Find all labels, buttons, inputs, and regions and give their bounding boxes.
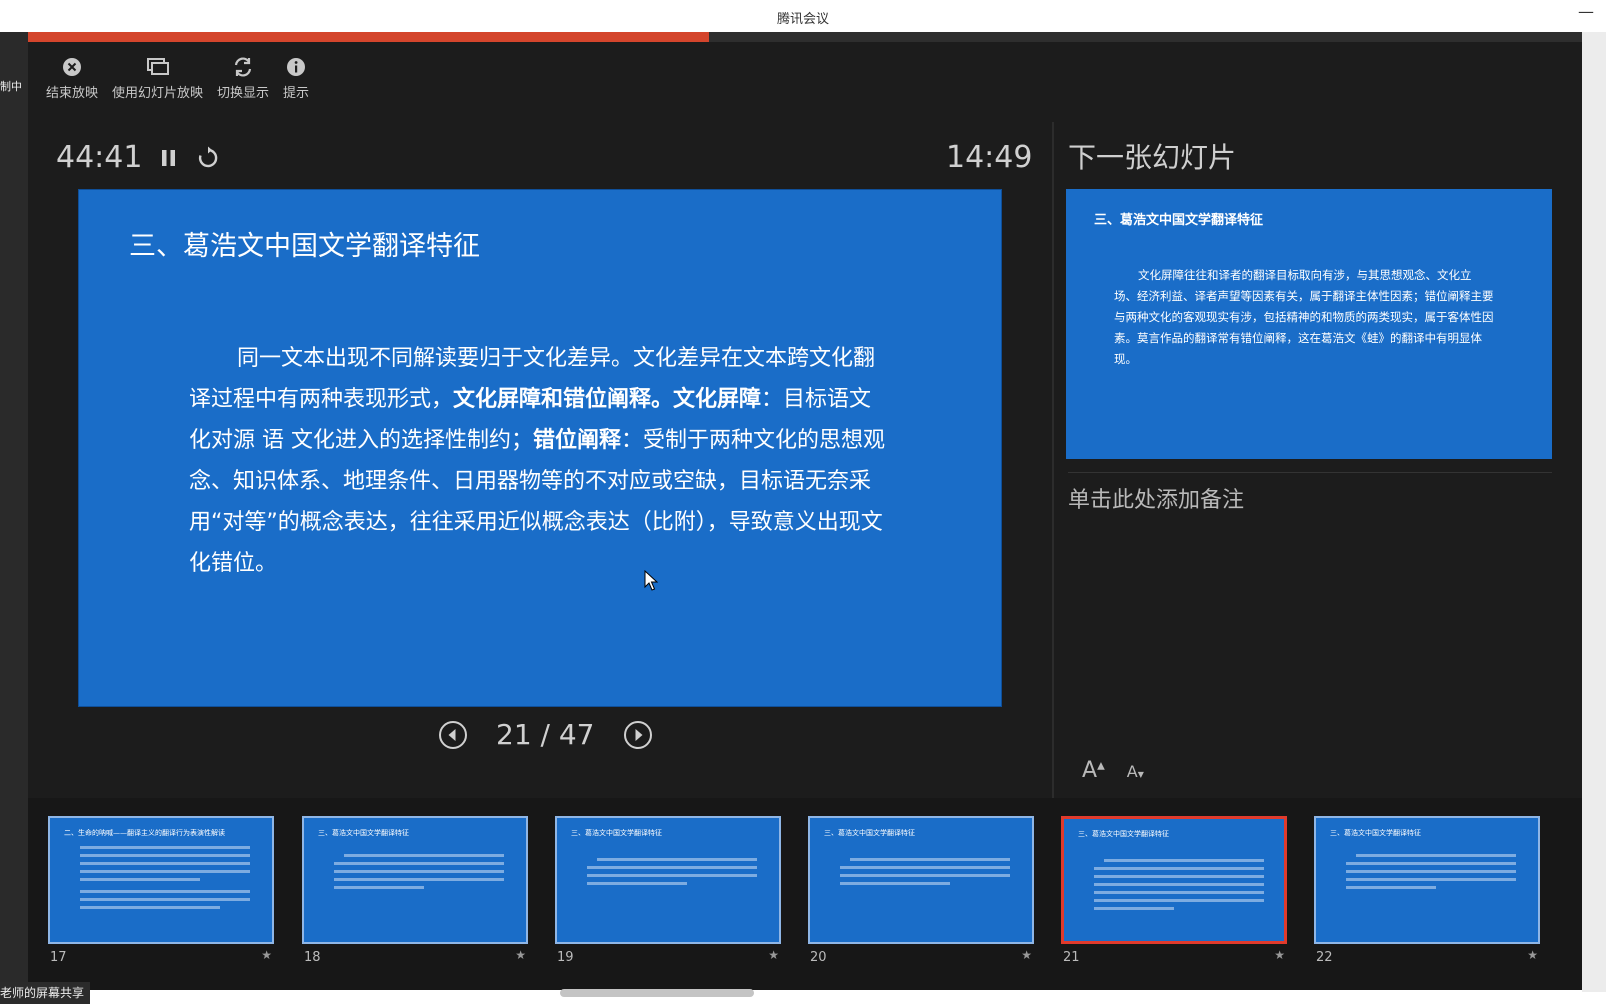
- windows-icon: [145, 54, 171, 80]
- body-bold-b: 文化屏障和错位阐释。文化屏障: [453, 387, 762, 412]
- next-slide-title: 三、葛浩文中国文学翻译特征: [1094, 213, 1264, 228]
- thumbnail-strip: 二、生命的呐喊——翻译主义的翻译行为表演性解读 17 ★ 三、葛浩文中国文学翻译…: [28, 798, 1582, 990]
- star-icon: ★: [768, 948, 779, 962]
- thumbnail-slide-current[interactable]: 三、葛浩文中国文学翻译特征 21 ★: [1061, 816, 1287, 965]
- thumbnail-number: 17: [50, 950, 67, 965]
- slide-counter: 21 / 47: [496, 718, 595, 751]
- use-slideshow-label: 使用幻灯片放映: [112, 86, 204, 101]
- star-icon: ★: [1274, 948, 1285, 962]
- thumbnail-number: 18: [304, 950, 321, 965]
- progress-fill: [28, 32, 709, 42]
- thumbnail-title: 三、葛浩文中国文学翻译特征: [571, 829, 662, 837]
- thumbnail-image: 三、葛浩文中国文学翻译特征: [1314, 816, 1540, 944]
- thumbnail-number: 22: [1316, 950, 1333, 965]
- info-icon: [283, 54, 309, 80]
- left-edge-text: 制中: [0, 80, 22, 93]
- current-slide[interactable]: 三、葛浩文中国文学翻译特征 同一文本出现不同解读要归于文化差异。文化差异在文本跨…: [78, 189, 1002, 707]
- left-edge-strip: 制中: [0, 32, 28, 992]
- next-slide-preview[interactable]: 三、葛浩文中国文学翻译特征 文化屏障往往和译者的翻译目标取向有涉，与其思想观念、…: [1066, 189, 1552, 459]
- horizontal-scrollbar[interactable]: [560, 989, 754, 997]
- decrease-font-label: A: [1126, 762, 1138, 781]
- increase-font-label: A: [1082, 758, 1098, 783]
- refresh-icon: [230, 54, 256, 80]
- thumbnail-title: 三、葛浩文中国文学翻译特征: [824, 829, 915, 837]
- thumbnail-slide[interactable]: 三、葛浩文中国文学翻译特征 18 ★: [302, 816, 528, 965]
- caret-up-icon: ▲: [1097, 760, 1105, 772]
- next-slide-body: 文化屏障往往和译者的翻译目标取向有涉，与其思想观念、文化立场、经济利益、译者声望…: [1114, 268, 1494, 366]
- thumbnail-slide[interactable]: 三、葛浩文中国文学翻译特征 20 ★: [808, 816, 1034, 965]
- decrease-font-button[interactable]: A▼: [1127, 762, 1144, 781]
- slideshow-progress-bar: [28, 32, 1582, 42]
- star-icon: ★: [1021, 948, 1032, 962]
- speaker-notes-field[interactable]: 单击此处添加备注: [1068, 482, 1244, 514]
- reset-timer-icon[interactable]: [196, 146, 220, 170]
- star-icon: ★: [515, 948, 526, 962]
- star-icon: ★: [1527, 948, 1538, 962]
- slide-navigation: 21 / 47: [438, 718, 653, 751]
- previous-slide-icon[interactable]: [438, 720, 468, 750]
- use-slideshow-button[interactable]: 使用幻灯片放映: [112, 54, 203, 101]
- switch-display-button[interactable]: 切换显示: [217, 54, 269, 101]
- tips-button[interactable]: 提示: [283, 54, 309, 101]
- thumbnail-image: 三、葛浩文中国文学翻译特征: [1061, 816, 1287, 944]
- caret-down-icon: ▼: [1137, 770, 1144, 779]
- pause-icon[interactable]: [160, 148, 178, 168]
- increase-font-button[interactable]: A▲: [1082, 758, 1105, 783]
- notes-divider: [1068, 472, 1552, 473]
- elapsed-timer: 44:41: [56, 140, 220, 175]
- switch-display-label: 切换显示: [217, 86, 270, 101]
- screen-share-label: 老师的屏幕共享: [0, 982, 91, 1004]
- end-show-button[interactable]: 结束放映: [46, 54, 98, 101]
- next-slide-icon[interactable]: [623, 720, 653, 750]
- mouse-cursor-icon: [644, 569, 659, 596]
- body-bold-d: 错位阐释: [533, 428, 622, 453]
- minimize-button[interactable]: —: [1578, 2, 1594, 21]
- star-icon: ★: [261, 948, 272, 962]
- notes-font-controls: A▲ A▼: [1082, 758, 1144, 783]
- thumbnail-image: 三、葛浩文中国文学翻译特征: [555, 816, 781, 944]
- right-edge-strip: [1582, 32, 1606, 992]
- thumbnail-number: 19: [557, 950, 574, 965]
- thumbnail-slide[interactable]: 二、生命的呐喊——翻译主义的翻译行为表演性解读 17 ★: [48, 816, 274, 965]
- thumbnail-title: 三、葛浩文中国文学翻译特征: [1078, 830, 1169, 838]
- thumbnail-image: 三、葛浩文中国文学翻译特征: [808, 816, 1034, 944]
- thumbnail-title: 三、葛浩文中国文学翻译特征: [318, 829, 409, 837]
- current-clock: 14:49: [946, 140, 1033, 175]
- end-show-label: 结束放映: [46, 86, 99, 101]
- next-slide-heading: 下一张幻灯片: [1068, 141, 1237, 174]
- thumbnail-image: 三、葛浩文中国文学翻译特征: [302, 816, 528, 944]
- tips-label: 提示: [283, 86, 310, 101]
- thumbnail-slide[interactable]: 三、葛浩文中国文学翻译特征 19 ★: [555, 816, 781, 965]
- pane-divider: [1052, 122, 1054, 822]
- current-slide-title: 三、葛浩文中国文学翻译特征: [129, 231, 480, 262]
- thumbnail-number: 21: [1063, 950, 1080, 965]
- presenter-toolbar: 结束放映 使用幻灯片放映 切换显示 提示: [46, 54, 309, 101]
- close-circle-icon: [59, 54, 85, 80]
- window-title: 腾讯会议: [776, 12, 829, 27]
- thumbnail-title: 二、生命的呐喊——翻译主义的翻译行为表演性解读: [64, 829, 225, 837]
- thumbnail-image: 二、生命的呐喊——翻译主义的翻译行为表演性解读: [48, 816, 274, 944]
- elapsed-time: 44:41: [56, 140, 143, 175]
- thumbnail-title: 三、葛浩文中国文学翻译特征: [1330, 829, 1421, 837]
- presenter-view: 结束放映 使用幻灯片放映 切换显示 提示 44:41 14:49 三、葛浩文中国…: [28, 32, 1582, 990]
- current-slide-body: 同一文本出现不同解读要归于文化差异。文化差异在文本跨文化翻译过程中有两种表现形式…: [189, 338, 889, 584]
- thumbnail-number: 20: [810, 950, 827, 965]
- thumbnail-slide[interactable]: 三、葛浩文中国文学翻译特征 22 ★: [1314, 816, 1540, 965]
- window-titlebar: 腾讯会议 —: [0, 0, 1606, 32]
